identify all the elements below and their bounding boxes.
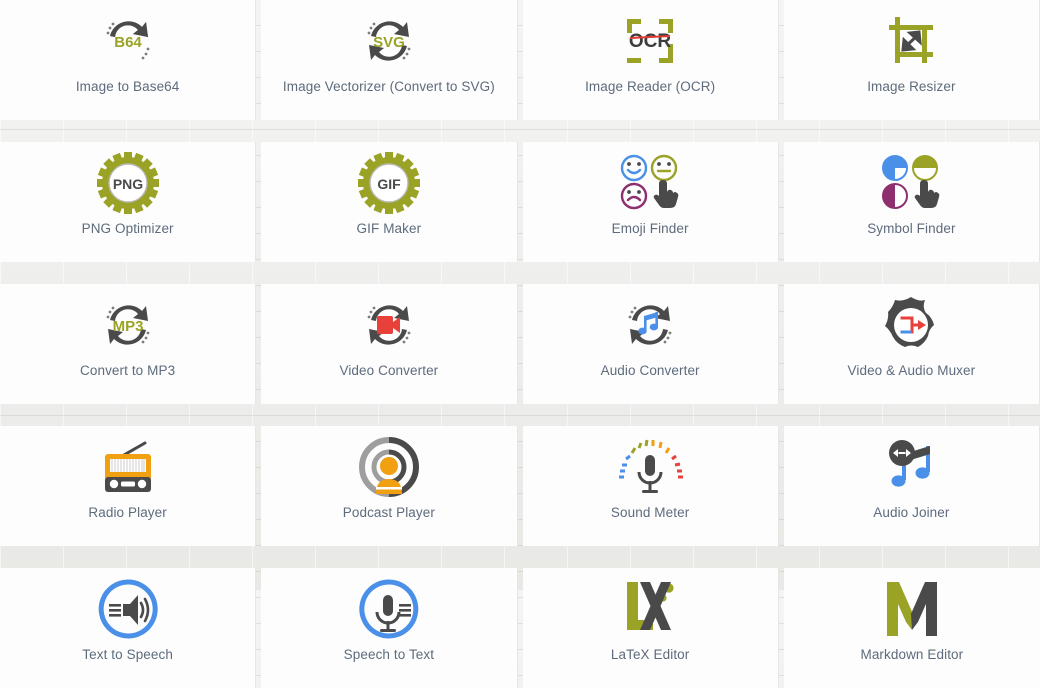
tool-card-speech-to-text[interactable]: Speech to Text — [261, 568, 518, 688]
refresh-arrows-svg-icon: SVG — [261, 8, 516, 74]
tool-card-image-to-base64[interactable]: B64 Image to Base64 — [0, 0, 257, 120]
refresh-arrows-music-note-icon — [523, 292, 778, 358]
tool-label: Image to Base64 — [75, 79, 180, 94]
icon-text-b64: B64 — [114, 34, 142, 51]
tool-card-gif-maker[interactable]: GIF GIF Maker — [261, 142, 518, 262]
music-notes-merge-icon — [784, 434, 1039, 500]
tool-label: Symbol Finder — [867, 221, 956, 236]
gear-gif-icon: GIF — [261, 150, 516, 216]
tool-label: Audio Joiner — [873, 505, 950, 520]
tool-card-video-converter[interactable]: Video Converter — [261, 284, 518, 404]
refresh-arrows-camera-icon — [261, 292, 516, 358]
tool-card-markdown-editor[interactable]: Markdown Editor — [783, 568, 1040, 688]
tool-card-audio-converter[interactable]: Audio Converter — [522, 284, 779, 404]
crop-resize-arrow-icon — [784, 8, 1039, 74]
tool-label: PNG Optimizer — [81, 221, 174, 236]
tool-card-audio-joiner[interactable]: Audio Joiner — [783, 426, 1040, 546]
refresh-arrows-b64-icon: B64 — [0, 8, 255, 74]
markdown-m-icon — [784, 576, 1040, 642]
latex-lx-icon — [523, 576, 778, 642]
tool-card-emoji-finder[interactable]: Emoji Finder — [522, 142, 779, 262]
tool-label: Convert to MP3 — [80, 363, 176, 378]
tool-card-sound-meter[interactable]: Sound Meter — [522, 426, 779, 546]
podcast-person-waves-icon — [261, 434, 516, 500]
tool-label: Image Reader (OCR) — [585, 79, 716, 94]
tool-label: Image Vectorizer (Convert to SVG) — [282, 79, 495, 94]
icon-text-png: PNG — [112, 176, 142, 192]
tool-card-text-to-speech[interactable]: Text to Speech — [0, 568, 257, 688]
gear-merge-arrows-icon — [784, 292, 1039, 358]
microphone-circle-icon — [261, 576, 516, 642]
icon-text-mp3: MP3 — [112, 318, 143, 335]
tool-card-convert-to-mp3[interactable]: MP3 Convert to MP3 — [0, 284, 257, 404]
radio-icon — [0, 434, 255, 500]
emoji-faces-pointer-icon — [523, 150, 778, 216]
tool-label: Video Converter — [339, 363, 439, 378]
tool-card-image-reader-ocr[interactable]: OCR Image Reader (OCR) — [522, 0, 779, 120]
tool-label: Emoji Finder — [611, 221, 689, 236]
tool-label: Speech to Text — [343, 647, 435, 662]
icon-text-gif: GIF — [377, 176, 401, 192]
tool-label: Podcast Player — [342, 505, 435, 520]
tool-card-symbol-finder[interactable]: Symbol Finder — [783, 142, 1040, 262]
tool-label: Radio Player — [88, 505, 167, 520]
refresh-arrows-mp3-icon: MP3 — [0, 292, 255, 358]
tool-card-video-audio-muxer[interactable]: Video & Audio Muxer — [783, 284, 1040, 404]
tool-label: Image Resizer — [867, 79, 956, 94]
tool-card-image-resizer[interactable]: Image Resizer — [783, 0, 1040, 120]
tool-card-png-optimizer[interactable]: PNG PNG Optimizer — [0, 142, 257, 262]
icon-text-ocr: OCR — [629, 31, 672, 52]
tool-card-podcast-player[interactable]: Podcast Player — [261, 426, 518, 546]
tool-label: Sound Meter — [610, 505, 690, 520]
icon-text-svg: SVG — [373, 34, 405, 51]
tool-label: LaTeX Editor — [610, 647, 690, 662]
gear-png-icon: PNG — [0, 150, 255, 216]
tool-label: Text to Speech — [82, 647, 173, 662]
tool-label: Video & Audio Muxer — [847, 363, 976, 378]
tool-card-image-vectorizer[interactable]: SVG Image Vectorizer (Convert to SVG) — [261, 0, 518, 120]
tool-label: Markdown Editor — [860, 647, 964, 662]
tool-label: GIF Maker — [356, 221, 422, 236]
ocr-scan-frame-icon: OCR — [523, 8, 778, 74]
microphone-meter-icon — [523, 434, 778, 500]
tools-grid: B64 Image to Base64 SVG Image Vectorizer… — [0, 0, 1040, 688]
speaker-circle-icon — [0, 576, 255, 642]
tool-label: Audio Converter — [600, 363, 700, 378]
tool-card-radio-player[interactable]: Radio Player — [0, 426, 257, 546]
tool-card-latex-editor[interactable]: LaTeX Editor — [522, 568, 779, 688]
symbol-circles-pointer-icon — [784, 150, 1039, 216]
